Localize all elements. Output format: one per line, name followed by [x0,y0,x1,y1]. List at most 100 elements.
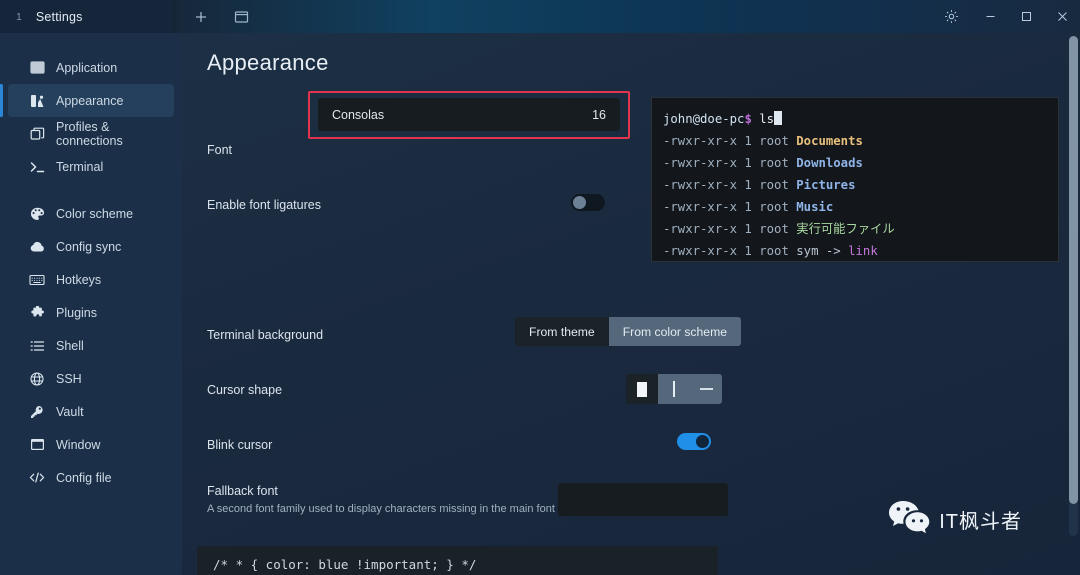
terminal-line-perm: -rwxr-xr-x 1 root [663,156,797,170]
sidebar-item-label: Config file [56,470,112,485]
tab-settings[interactable]: 1 Settings [0,0,175,33]
blink-cursor-toggle[interactable] [677,433,711,450]
fallback-font-input[interactable] [558,483,728,516]
sidebar-item-label: Vault [56,404,84,419]
terminal-prompt-symbol: $ [744,112,752,126]
sidebar-item-label: Terminal [56,159,104,174]
sidebar-item-terminal[interactable]: Terminal [8,150,174,183]
keyboard-icon [29,272,45,288]
close-icon[interactable] [1044,0,1080,33]
terminal-icon [29,159,45,175]
sidebar-item-label: Appearance [56,93,124,108]
sidebar-item-config-file[interactable]: Config file [8,461,174,494]
cursor-shape-option-beam[interactable] [658,374,690,404]
font-size-value: 16 [592,107,606,122]
custom-css-editor[interactable]: /* * { color: blue !important; } */ [197,546,718,575]
ligatures-toggle[interactable] [571,194,605,211]
fallback-font-label: Fallback font [207,484,278,498]
font-label: Font [207,143,233,157]
terminal-cursor [774,111,783,125]
settings-window: 1 Settings Application Appearance Profil… [0,0,1080,575]
terminal-line-name: 実行可能ファイル [796,222,895,236]
terminal-line-name: Pictures [796,178,856,192]
sidebar-item-label: Shell [56,338,84,353]
sidebar-item-profiles-connections[interactable]: Profiles & connections [8,117,174,150]
sidebar-item-label: SSH [56,371,82,386]
terminal-symlink-target: link [848,244,878,258]
tab-label: Settings [35,9,83,24]
palette-icon [29,206,45,222]
ligatures-label: Enable font ligatures [207,198,321,212]
terminal-line-perm: -rwxr-xr-x 1 root [663,244,797,258]
sidebar-item-window[interactable]: Window [8,428,174,461]
cursor-shape-option-underline[interactable] [690,374,722,404]
page-title: Appearance [207,50,329,75]
terminal-line-perm: -rwxr-xr-x 1 root [663,222,797,236]
scrollbar-thumb[interactable] [1069,36,1078,504]
window-controls [930,0,1080,33]
main-panel: Appearance Font Consolas 16 Enable font … [182,33,1080,575]
appearance-icon [29,93,45,109]
minimize-icon[interactable] [972,0,1008,33]
terminal-command: ls [751,112,775,126]
sidebar-item-appearance[interactable]: Appearance [0,84,174,117]
sidebar-divider [0,183,182,197]
font-name-value: Consolas [332,107,385,122]
terminal-background-option-from-color-scheme[interactable]: From color scheme [608,317,741,346]
toggle-knob [573,196,586,209]
terminal-line-perm: -rwxr-xr-x 1 root [663,178,797,192]
sidebar-item-hotkeys[interactable]: Hotkeys [8,263,174,296]
terminal-line-perm: -rwxr-xr-x 1 root [663,200,797,214]
sidebar-item-shell[interactable]: Shell [8,329,174,362]
toggle-knob [696,435,709,448]
underline-cursor-icon [699,388,713,390]
sidebar-item-plugins[interactable]: Plugins [8,296,174,329]
terminal-background-segmented: From theme From color scheme [515,317,741,346]
sidebar-item-label: Color scheme [56,206,134,221]
font-input[interactable]: Consolas 16 [318,98,620,131]
sidebar-item-vault[interactable]: Vault [8,395,174,428]
puzzle-icon [29,305,45,321]
fallback-font-description: A second font family used to display cha… [207,503,555,515]
profiles-icon [29,126,45,142]
terminal-line-name: Downloads [796,156,863,170]
terminal-line-perm: -rwxr-xr-x 1 root [663,134,797,148]
globe-icon [29,371,45,387]
gear-icon[interactable] [930,0,972,33]
cloud-icon [29,239,45,255]
beam-cursor-icon [673,381,675,397]
terminal-background-label: Terminal background [207,328,324,342]
blink-cursor-label: Blink cursor [207,438,273,452]
titlebar-actions [175,0,255,33]
sidebar: Application Appearance Profiles & connec… [0,33,182,575]
terminal-symlink-arrow: -> [818,244,849,258]
cursor-shape-label: Cursor shape [207,383,283,397]
terminal-background-option-from-theme[interactable]: From theme [515,317,609,346]
vertical-scrollbar[interactable] [1069,36,1078,536]
title-bar: 1 Settings [0,0,1080,33]
terminal-prompt-user: john@doe-pc [663,112,745,126]
cursor-shape-segmented [626,374,722,404]
sidebar-item-application[interactable]: Application [8,51,174,84]
sidebar-item-config-sync[interactable]: Config sync [8,230,174,263]
sidebar-item-label: Application [56,60,118,75]
sidebar-item-label: Config sync [56,239,122,254]
key-icon [29,404,45,420]
sidebar-item-label: Window [56,437,101,452]
block-cursor-icon [637,381,647,397]
custom-css-value: /* * { color: blue !important; } */ [213,557,477,572]
new-window-icon[interactable] [227,4,255,30]
terminal-preview: john@doe-pc$ ls -rwxr-xr-x 1 root Docume… [651,97,1059,262]
maximize-icon[interactable] [1008,0,1044,33]
code-icon [29,470,45,486]
terminal-line-name: Music [796,200,834,214]
plus-icon[interactable] [187,4,215,30]
cursor-shape-option-block[interactable] [626,374,658,404]
sidebar-item-ssh[interactable]: SSH [8,362,174,395]
terminal-line-name: Documents [796,134,863,148]
sidebar-item-label: Profiles & connections [56,119,123,148]
sidebar-item-color-scheme[interactable]: Color scheme [8,197,174,230]
list-icon [29,338,45,354]
terminal-line-name: sym [796,244,819,258]
tab-index: 1 [16,10,22,23]
